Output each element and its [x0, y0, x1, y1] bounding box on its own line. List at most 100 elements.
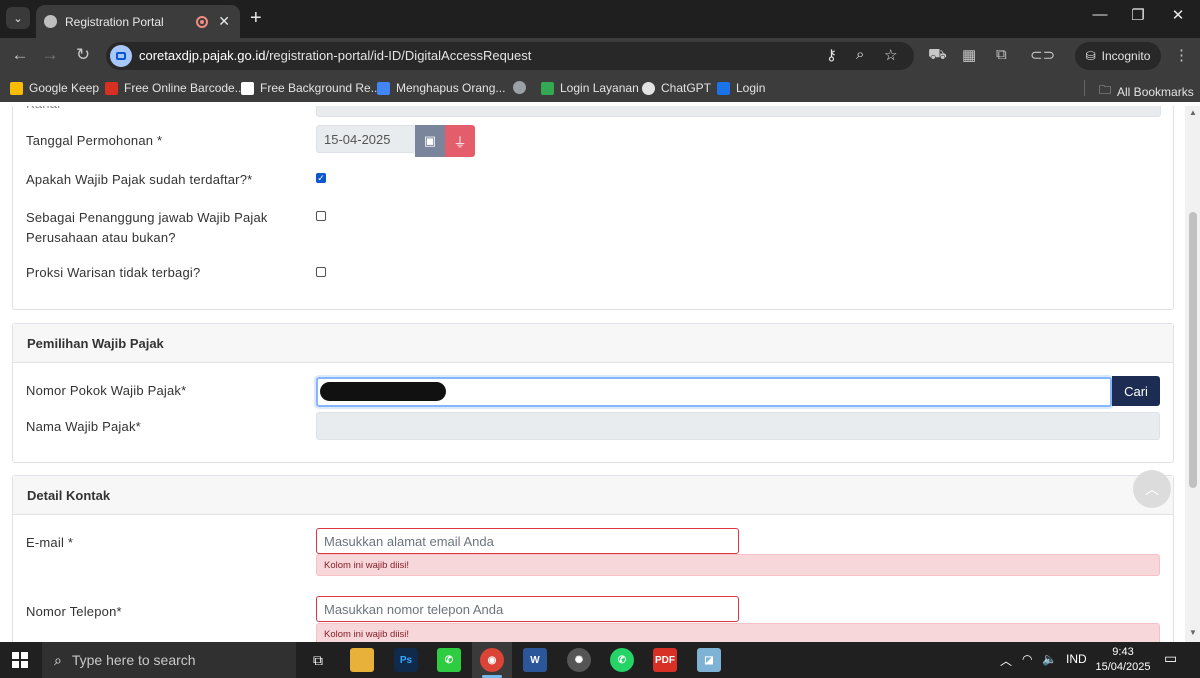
close-tab-icon[interactable]: ✕: [218, 13, 230, 30]
filter-clear-icon: ⏚: [453, 134, 467, 150]
site-info-icon[interactable]: [110, 45, 132, 67]
bookmarks-divider: [1084, 80, 1085, 96]
notification-icon[interactable]: ▭: [1164, 650, 1177, 667]
bookmark-login-layanan[interactable]: Login Layanan: [541, 81, 639, 95]
calendar-button[interactable]: ▣: [415, 125, 445, 157]
browser-tab-strip: ⌄ Registration Portal ✕ + — ❐ ✕: [0, 0, 1200, 38]
redacted-npwp: [320, 382, 446, 401]
pdf-editor-icon[interactable]: PDF: [653, 648, 677, 672]
phone-field[interactable]: Masukkan nomor telepon Anda: [316, 596, 739, 622]
reload-icon[interactable]: ↻: [71, 45, 95, 65]
responsible-question-label-line2: Perusahaan atau bukan?: [26, 230, 176, 245]
chatgpt-icon: [642, 81, 655, 95]
email-error-message: Kolom ini wajib diisi!: [316, 554, 1160, 576]
npwp-input[interactable]: [316, 377, 1112, 407]
phone-label: Nomor Telepon*: [26, 604, 122, 619]
taskbar-search-box[interactable]: ⌕ Type here to search: [42, 642, 296, 678]
folder-icon: 🗀: [1099, 83, 1112, 97]
registered-question-label: Apakah Wajib Pajak sudah terdaftar?*: [26, 172, 253, 187]
bookmarks-bar: Google Keep Free Online Barcode... Free …: [0, 74, 1200, 102]
translate-icon[interactable]: ⧉: [996, 46, 1007, 63]
task-view-icon[interactable]: ⧉: [306, 648, 330, 672]
recording-icon: [196, 15, 209, 28]
file-explorer-icon[interactable]: [350, 648, 374, 672]
request-date-label: Tanggal Permohonan *: [26, 133, 163, 148]
close-window-button[interactable]: ✕: [1158, 6, 1198, 24]
phone-link-icon[interactable]: ✆: [437, 648, 461, 672]
forward-arrow-icon[interactable]: →: [38, 45, 62, 65]
restore-button[interactable]: ❐: [1118, 6, 1158, 24]
calendar-icon: ▣: [423, 133, 437, 148]
bookmark-background-remover[interactable]: Free Background Re...: [241, 81, 381, 95]
registered-checkbox[interactable]: ✓: [316, 173, 326, 183]
photoroom-icon: [241, 81, 254, 95]
scroll-down-arrow-icon[interactable]: ▼: [1189, 628, 1197, 637]
channel-select[interactable]: [316, 106, 1161, 117]
search-icon: ⌕: [54, 651, 62, 668]
link-icon[interactable]: ⊂⊃: [1030, 46, 1055, 64]
globe-icon: [44, 15, 57, 28]
browser-toolbar: ← → ↻ coretaxdjp.pajak.go.id/registratio…: [0, 38, 1200, 74]
incognito-indicator[interactable]: ⛁ Incognito: [1075, 42, 1161, 70]
taxpayer-selection-heading: Pemilihan Wajib Pajak: [13, 324, 1173, 363]
whatsapp-icon[interactable]: ✆: [610, 648, 634, 672]
barcode-icon: [105, 81, 118, 95]
tab-title: Registration Portal: [65, 14, 164, 29]
incognito-icon: ⛁: [1085, 49, 1096, 63]
photoshop-icon[interactable]: Ps: [394, 648, 418, 672]
document-icon: [377, 81, 390, 95]
extension-icon[interactable]: ⛟: [928, 46, 947, 65]
phone-error-message: Kolom ini wajib diisi!: [316, 623, 1160, 642]
keep-icon: [10, 81, 23, 95]
show-hidden-icons-chevron-icon[interactable]: ︿: [1000, 652, 1012, 669]
minimize-button[interactable]: —: [1080, 6, 1120, 23]
government-icon: [541, 81, 554, 95]
volume-icon[interactable]: 🔈: [1042, 652, 1057, 666]
network-icon[interactable]: ◠: [1022, 652, 1032, 666]
taxpayer-name-label: Nama Wajib Pajak*: [26, 419, 141, 434]
request-date-input[interactable]: 15-04-2025: [316, 125, 416, 153]
new-tab-button[interactable]: +: [250, 8, 262, 28]
system-clock[interactable]: 9:43 15/04/2025: [1092, 645, 1154, 675]
back-to-top-button[interactable]: ︿: [1133, 470, 1171, 508]
zoom-icon[interactable]: ⌕: [856, 46, 864, 63]
language-indicator[interactable]: IND: [1066, 652, 1087, 666]
browser-tab-active[interactable]: Registration Portal ✕: [36, 5, 240, 38]
app-blue-icon[interactable]: ◪: [697, 648, 721, 672]
bookmark-chatgpt[interactable]: ChatGPT: [642, 81, 711, 95]
bookmark-google-keep[interactable]: Google Keep: [10, 81, 99, 95]
chevron-up-icon: ︿: [1145, 481, 1159, 497]
scrollbar-thumb[interactable]: [1189, 212, 1197, 488]
channel-label: Kanal: [26, 106, 60, 114]
all-bookmarks-button[interactable]: 🗀 All Bookmarks: [1099, 81, 1194, 102]
page-scrollbar[interactable]: ▲ ▼: [1185, 106, 1200, 642]
app-swirl-icon[interactable]: ✺: [567, 648, 591, 672]
page-viewport: Kanal Tanggal Permohonan * 15-04-2025 ▣ …: [0, 106, 1200, 642]
bookmark-menghapus-orang[interactable]: Menghapus Orang...: [377, 81, 505, 95]
back-arrow-icon[interactable]: ←: [8, 45, 32, 65]
windows-start-button[interactable]: [12, 652, 28, 668]
address-bar[interactable]: coretaxdjp.pajak.go.id/registration-port…: [106, 42, 914, 70]
windows-taskbar: ⌕ Type here to search ⧉ Ps ✆ ◉ W ✺ ✆ PDF…: [0, 642, 1200, 678]
email-field[interactable]: Masukkan alamat email Anda: [316, 528, 739, 554]
tab-search-dropdown[interactable]: ⌄: [6, 7, 30, 29]
clear-date-button[interactable]: ⏚: [445, 125, 475, 157]
bookmark-star-icon[interactable]: ☆: [884, 46, 897, 64]
password-key-icon[interactable]: ⚷: [826, 46, 837, 64]
proxy-inheritance-checkbox[interactable]: [316, 267, 326, 277]
taxpayer-name-input[interactable]: [316, 412, 1160, 440]
contact-details-heading: Detail Kontak: [13, 476, 1173, 515]
chrome-icon[interactable]: ◉: [480, 648, 504, 672]
bookmark-barcode[interactable]: Free Online Barcode...: [105, 81, 245, 95]
scroll-up-arrow-icon[interactable]: ▲: [1189, 108, 1197, 117]
responsible-checkbox[interactable]: [316, 211, 326, 221]
npwp-label: Nomor Pokok Wajib Pajak*: [26, 383, 187, 398]
email-label: E-mail *: [26, 535, 74, 550]
qr-code-icon[interactable]: ▦: [962, 46, 976, 64]
word-icon[interactable]: W: [523, 648, 547, 672]
menu-kebab-icon[interactable]: ⋮: [1174, 46, 1189, 64]
search-npwp-button[interactable]: Cari: [1112, 376, 1160, 406]
bookmark-login[interactable]: Login: [717, 81, 765, 95]
bookmark-globe[interactable]: [513, 81, 526, 94]
url-text: coretaxdjp.pajak.go.id/registration-port…: [139, 48, 532, 63]
